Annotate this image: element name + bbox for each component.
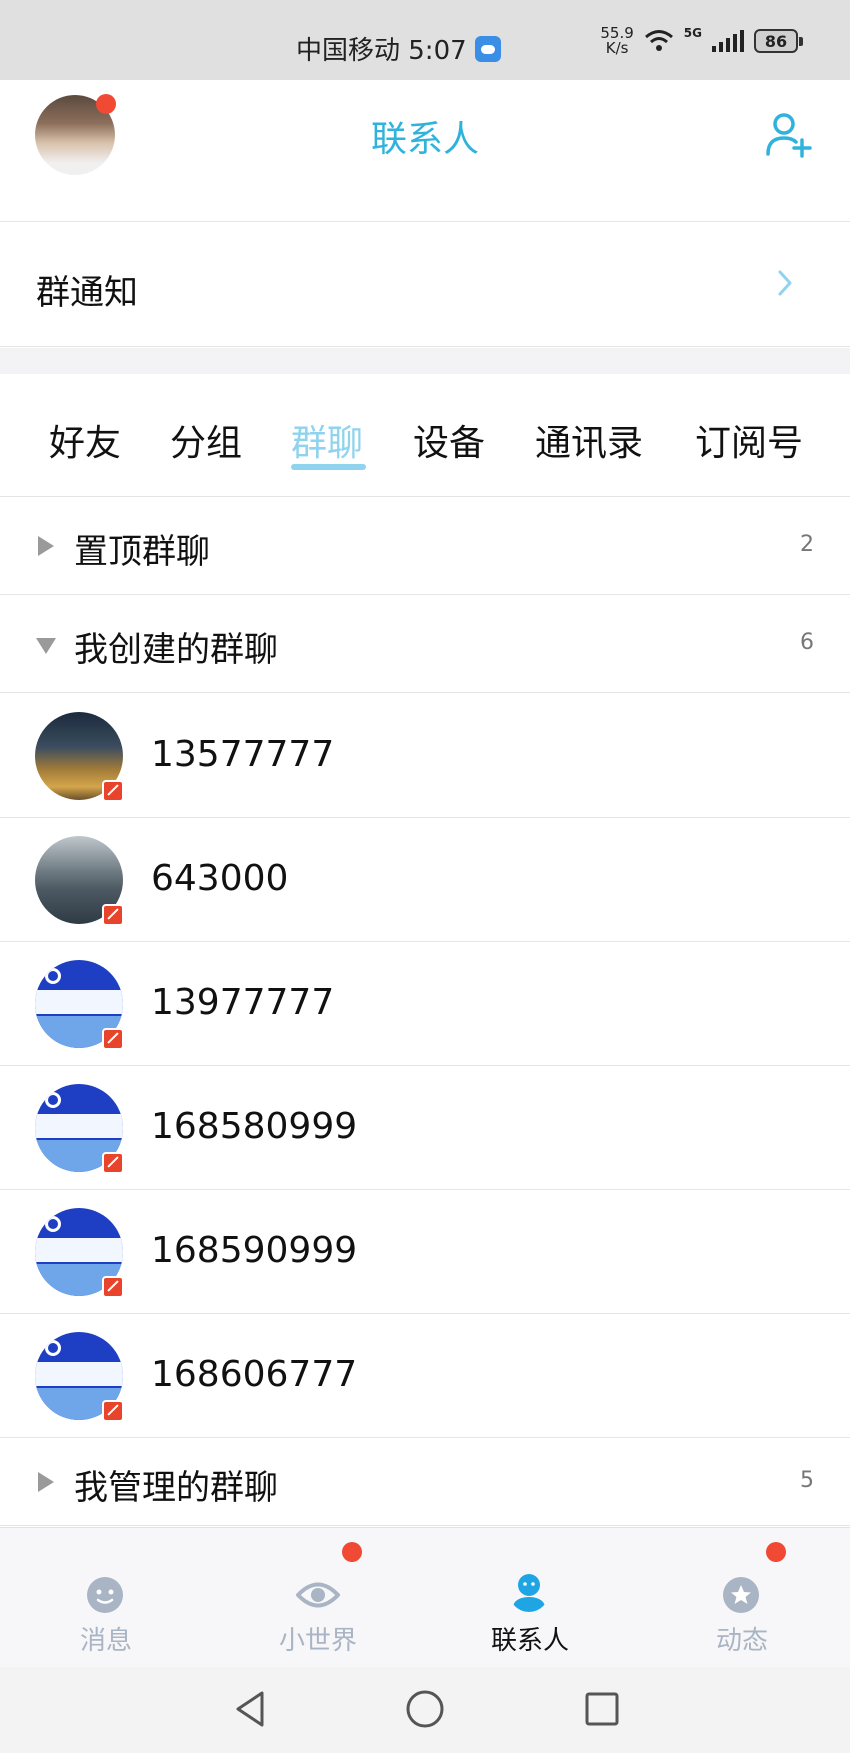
section-created-groups[interactable]: 我创建的群聊 6 xyxy=(0,596,850,693)
message-face-icon xyxy=(87,1577,123,1613)
bottom-nav: 消息 小世界 联系人 动态 xyxy=(0,1527,850,1667)
section-divider xyxy=(0,348,850,374)
tab-address-book[interactable]: 通讯录 xyxy=(535,414,643,466)
section-count: 6 xyxy=(800,630,814,655)
battery-level: 86 xyxy=(764,31,788,51)
group-notice-row[interactable]: 群通知 xyxy=(0,223,850,347)
section-count: 2 xyxy=(800,532,814,557)
nav-messages[interactable]: 消息 xyxy=(0,1528,212,1668)
list-item[interactable]: 643000 xyxy=(0,818,850,942)
section-pinned-groups[interactable]: 置顶群聊 2 xyxy=(0,498,850,595)
tab-friends[interactable]: 好友 xyxy=(49,414,121,466)
net-speed: 55.9 K/s xyxy=(600,26,633,56)
section-count: 5 xyxy=(800,1468,814,1493)
tab-subscriptions[interactable]: 订阅号 xyxy=(695,414,803,466)
nav-label: 动态 xyxy=(715,1626,768,1656)
contact-tabs: 好友 分组 群聊 设备 通讯录 订阅号 xyxy=(0,374,850,497)
tab-group-chats[interactable]: 群聊 xyxy=(291,414,363,466)
mute-badge-icon xyxy=(102,1400,124,1422)
add-friend-icon[interactable] xyxy=(764,110,812,158)
nav-small-world[interactable]: 小世界 xyxy=(212,1528,424,1668)
collapse-arrow-icon xyxy=(36,638,56,654)
page-title: 联系人 xyxy=(370,119,479,160)
section-label: 置顶群聊 xyxy=(74,532,210,572)
contact-person-icon xyxy=(512,1574,546,1612)
network-type: 5G xyxy=(683,26,702,40)
group-name: 168606777 xyxy=(151,1354,358,1395)
mute-badge-icon xyxy=(102,904,124,926)
recent-apps-icon[interactable] xyxy=(580,1687,624,1731)
group-name: 168590999 xyxy=(151,1230,358,1271)
section-managed-groups[interactable]: 我管理的群聊 5 xyxy=(0,1438,850,1526)
carrier-time: 中国移动 5:07 xyxy=(296,30,501,67)
wifi-icon xyxy=(644,30,673,51)
active-tab-indicator xyxy=(291,464,366,470)
eye-icon xyxy=(296,1582,340,1608)
list-item[interactable]: 168606777 xyxy=(0,1314,850,1438)
tab-devices[interactable]: 设备 xyxy=(413,414,485,466)
tab-groups-category[interactable]: 分组 xyxy=(170,414,242,466)
header: 联系人 xyxy=(0,80,850,222)
weather-icon xyxy=(474,35,501,62)
nav-label: 联系人 xyxy=(490,1626,569,1656)
signal-icon xyxy=(712,30,744,52)
section-label: 我管理的群聊 xyxy=(74,1468,278,1508)
list-item[interactable]: 13577777 xyxy=(0,694,850,818)
nav-label: 消息 xyxy=(79,1626,132,1656)
notification-dot xyxy=(766,1542,786,1562)
expand-arrow-icon xyxy=(38,1472,54,1492)
star-circle-icon xyxy=(723,1577,759,1613)
mute-badge-icon xyxy=(102,1152,124,1174)
expand-arrow-icon xyxy=(38,536,54,556)
mute-badge-icon xyxy=(102,1276,124,1298)
home-icon[interactable] xyxy=(403,1687,447,1731)
list-item[interactable]: 168580999 xyxy=(0,1066,850,1190)
section-label: 我创建的群聊 xyxy=(74,630,278,670)
battery-icon: 86 xyxy=(754,29,803,53)
status-icons: 55.9 K/s 5G 86 xyxy=(600,26,803,56)
system-nav-bar xyxy=(0,1667,850,1753)
nav-contacts[interactable]: 联系人 xyxy=(424,1528,636,1668)
net-speed-unit: K/s xyxy=(605,39,629,57)
nav-label: 小世界 xyxy=(278,1626,357,1656)
list-item[interactable]: 168590999 xyxy=(0,1190,850,1314)
group-name: 13577777 xyxy=(151,734,335,775)
mute-badge-icon xyxy=(102,1028,124,1050)
group-name: 168580999 xyxy=(151,1106,358,1147)
chevron-right-icon xyxy=(778,270,792,296)
back-icon[interactable] xyxy=(230,1687,270,1731)
mute-badge-icon xyxy=(102,780,124,802)
carrier-time-text: 中国移动 5:07 xyxy=(296,36,467,66)
list-item[interactable]: 13977777 xyxy=(0,942,850,1066)
notification-dot xyxy=(342,1542,362,1562)
group-name: 13977777 xyxy=(151,982,335,1023)
group-name: 643000 xyxy=(151,858,289,899)
status-bar: 中国移动 5:07 55.9 K/s 5G 86 xyxy=(0,0,850,80)
nav-moments[interactable]: 动态 xyxy=(636,1528,848,1668)
group-notice-label: 群通知 xyxy=(36,273,138,313)
